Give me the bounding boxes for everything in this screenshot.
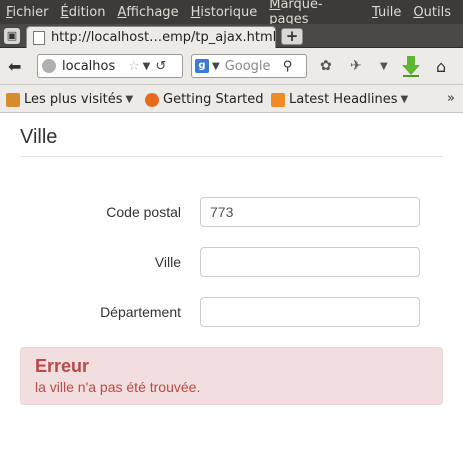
bookmark-getting-started[interactable]: Getting Started	[145, 92, 264, 107]
menu-accelerator: M	[269, 0, 281, 12]
form-row-code-postal: Code postal	[0, 197, 463, 227]
extension-icon[interactable]: ✿	[320, 58, 332, 74]
search-bar[interactable]: g ▼ Google ⚲	[191, 54, 307, 78]
bookmark-label: Getting Started	[163, 92, 264, 107]
menu-item[interactable]: Affichage	[117, 5, 178, 20]
page-title: Ville	[20, 126, 58, 148]
search-engine-dropdown-icon[interactable]: ▼	[212, 61, 220, 72]
chevron-down-icon: ▼	[400, 94, 409, 105]
menu-accelerator: É	[60, 4, 69, 20]
url-bar[interactable]: localhos ☆ ▼ ↺	[37, 54, 183, 78]
new-tab-button[interactable]: +	[281, 28, 303, 45]
menu-item[interactable]: Outils	[413, 5, 451, 20]
download-arrow-icon[interactable]	[401, 55, 421, 77]
bookmark-most-visited[interactable]: Les plus visités ▼	[6, 92, 133, 107]
url-history-dropdown-icon[interactable]: ▼	[143, 61, 151, 72]
google-engine-icon[interactable]: g	[195, 59, 209, 73]
title-divider	[20, 156, 443, 157]
tab-title: http://localhost…emp/tp_ajax.html	[50, 30, 275, 45]
home-icon[interactable]: ⌂	[436, 57, 446, 76]
bookmark-label: Les plus visités	[24, 92, 123, 107]
menu-label: ffichage	[126, 4, 179, 20]
tab-list-icon[interactable]: ▣	[4, 28, 20, 44]
menu-label: istorique	[200, 4, 258, 20]
rss-icon	[271, 92, 285, 107]
toolbar-dropdown-icon[interactable]: ▼	[380, 61, 388, 72]
url-text[interactable]: localhos	[62, 59, 124, 74]
tab-active[interactable]: http://localhost…emp/tp_ajax.html	[26, 26, 276, 48]
menu-label: uile	[377, 4, 402, 20]
magnifier-icon[interactable]: ⚲	[283, 59, 293, 74]
navigation-toolbar: ⬅ localhos ☆ ▼ ↺ g ▼ Google ⚲ ✿ ✈ ▼ ⌂	[0, 48, 463, 85]
menu-label: ichier	[12, 4, 49, 20]
alert-title: Erreur	[35, 356, 90, 376]
bookmarks-overflow-icon[interactable]: »	[447, 91, 455, 106]
ville-label: Ville	[154, 254, 181, 270]
globe-icon	[42, 59, 56, 73]
back-arrow-icon[interactable]: ⬅	[8, 57, 21, 76]
chevron-down-icon: ▼	[125, 94, 134, 105]
menu-label: dition	[68, 4, 106, 20]
firefox-icon	[145, 92, 159, 107]
menu-label: utils	[423, 4, 451, 20]
bug-icon[interactable]: ✈	[350, 58, 362, 74]
bookmarks-toolbar: Les plus visités ▼ Getting Started Lates…	[0, 85, 463, 113]
menu-bar: Fichier Édition Affichage Historique Marque-…	[0, 0, 463, 27]
form-row-departement: Département	[0, 297, 463, 327]
folder-icon	[6, 92, 20, 107]
menu-item[interactable]: Tuile	[372, 5, 401, 20]
reload-icon[interactable]: ↺	[155, 59, 166, 74]
search-input[interactable]: Google	[225, 59, 281, 74]
bookmark-latest-headlines[interactable]: Latest Headlines ▼	[271, 92, 408, 107]
error-alert: Erreur la ville n'a pas été trouvée.	[20, 347, 443, 405]
bookmark-star-icon[interactable]: ☆	[128, 59, 140, 74]
page-icon	[33, 30, 45, 45]
tab-bar: ▣ http://localhost…emp/tp_ajax.html +	[0, 24, 463, 48]
menu-item[interactable]: Édition	[61, 5, 106, 20]
menu-accelerator: O	[413, 4, 424, 20]
menu-accelerator: H	[190, 4, 201, 20]
code-postal-input[interactable]	[200, 197, 420, 227]
menu-item[interactable]: Historique	[191, 5, 258, 20]
code-postal-label: Code postal	[106, 204, 181, 220]
ville-input[interactable]	[200, 247, 420, 277]
departement-label: Département	[100, 304, 181, 320]
bookmark-label: Latest Headlines	[289, 92, 398, 107]
menu-item[interactable]: Fichier	[6, 5, 49, 20]
form-row-ville: Ville	[0, 247, 463, 277]
menu-item[interactable]: Marque-pages	[269, 0, 360, 27]
departement-input[interactable]	[200, 297, 420, 327]
page-content: Ville Code postal Ville Département Erre…	[0, 114, 463, 452]
alert-message: la ville n'a pas été trouvée.	[35, 379, 201, 395]
